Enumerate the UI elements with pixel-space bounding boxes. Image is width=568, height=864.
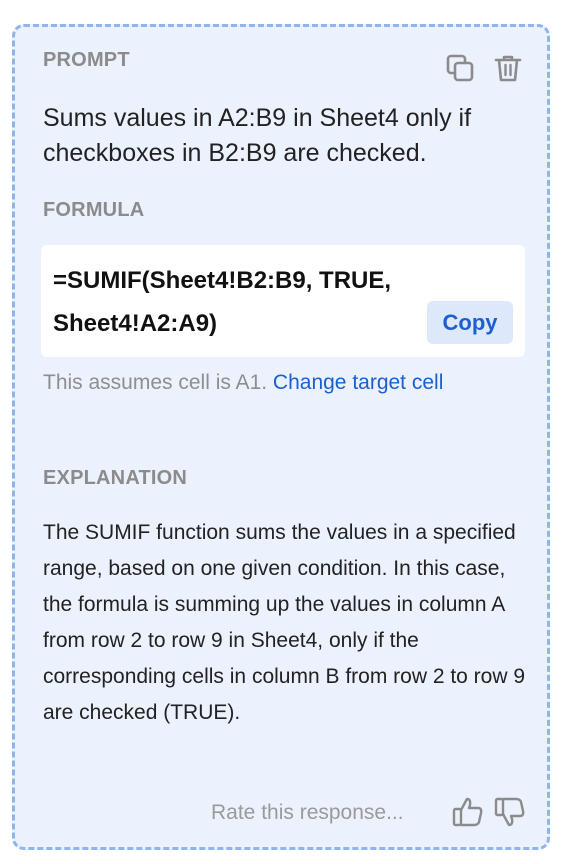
formula-code: =SUMIF(Sheet4!B2:B9, TRUE, Sheet4!A2:A9) [53, 267, 392, 337]
copy-button[interactable]: Copy [427, 301, 513, 344]
explanation-text: The SUMIF function sums the values in a … [43, 521, 526, 724]
thumbs-down-icon[interactable] [493, 795, 527, 829]
assume-text: This assumes cell is A1. [43, 371, 273, 394]
formula-label: FORMULA [43, 199, 145, 221]
explanation-label: EXPLANATION [43, 467, 188, 489]
trash-icon[interactable] [493, 53, 523, 83]
target-cell-note: This assumes cell is A1. Change target c… [43, 371, 443, 395]
prompt-label: PROMPT [43, 49, 130, 71]
change-target-cell-link[interactable]: Change target cell [273, 371, 443, 394]
prompt-text: Sums values in A2:B9 in Sheet4 only if c… [43, 104, 472, 167]
thumbs-up-icon[interactable] [451, 795, 485, 829]
ai-formula-card: PROMPT Sums values in A2:B9 in Sheet4 on… [12, 24, 550, 850]
rate-response-text: Rate this response... [211, 801, 404, 824]
formula-box: =SUMIF(Sheet4!B2:B9, TRUE, Sheet4!A2:A9)… [41, 245, 525, 357]
duplicate-icon[interactable] [445, 53, 475, 83]
